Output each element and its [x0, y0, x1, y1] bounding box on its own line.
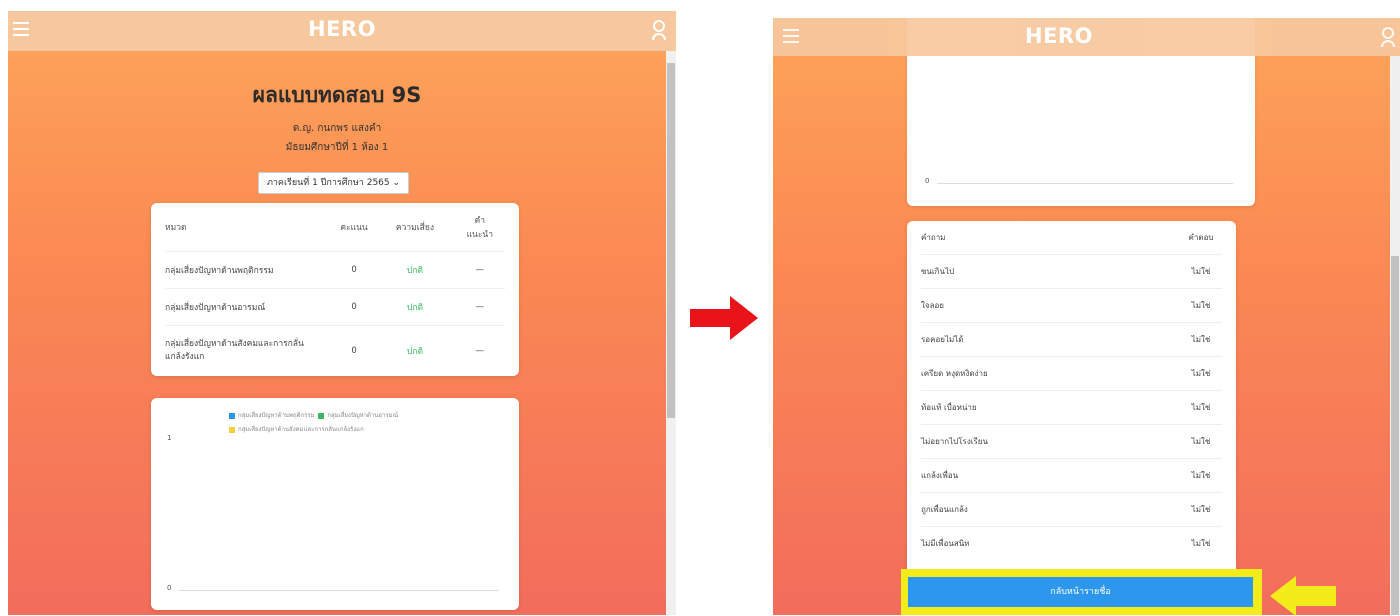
right-arrow-icon — [690, 296, 758, 340]
answer-text: ไม่ใช่ — [1191, 471, 1211, 480]
question-text: ใจลอย — [921, 301, 944, 310]
right-screenshot: 0 HERO คำถาม คำตอบ ซนเกินไป ไม่ใช่ ใจลอย ไม… — [773, 18, 1400, 615]
question-text: ไม่มีเพื่อนสนิท — [921, 539, 970, 548]
header-advice: คำแนะนำ — [454, 203, 505, 252]
score-chart-card: กลุ่มเสี่ยงปัญหาด้านพฤติกรรม กลุ่มเสี่ยง… — [151, 398, 519, 610]
chart-legend: กลุ่มเสี่ยงปัญหาด้านพฤติกรรม กลุ่มเสี่ยง… — [229, 410, 398, 420]
cell-risk: ปกติ — [406, 347, 423, 357]
x-axis-line — [179, 590, 499, 591]
brand-logo: HERO — [1025, 24, 1093, 48]
qa-row: ท้อแท้ เบื่อหน่าย ไม่ใช่ — [921, 391, 1222, 425]
cell-score: 0 — [351, 346, 357, 356]
header-category: หมวด — [165, 223, 187, 233]
student-name: ด.ญ. กนกพร แสงคำ — [292, 123, 382, 134]
question-text: ไม่อยากไปโรงเรียน — [921, 437, 988, 446]
chevron-down-icon: ⌄ — [392, 178, 401, 188]
question-text: แกล้งเพื่อน — [921, 471, 959, 480]
legend-item: กลุ่มเสี่ยงปัญหาด้านพฤติกรรม — [238, 412, 315, 419]
question-text: เครียด หงุดหงิดง่าย — [921, 369, 988, 378]
y-axis-tick: 1 — [167, 434, 172, 442]
table-row: กลุ่มเสี่ยงปัญหาด้านสังคมและการกลั่นแกล้… — [165, 326, 505, 377]
cell-score: 0 — [332, 251, 376, 289]
table-row: กลุ่มเสี่ยงปัญหาด้านพฤติกรรม 0 ปกติ — — [165, 251, 505, 289]
header-question: คำถาม — [921, 233, 946, 242]
left-screenshot: HERO ผลแบบทดสอบ 9S ด.ญ. กนกพร แสงคำ มัธย… — [8, 11, 676, 615]
back-to-list-button[interactable]: กลับหน้ารายชื่อ — [908, 577, 1253, 607]
page-title: ผลแบบทดสอบ 9S — [252, 83, 422, 107]
answer-text: ไม่ใช่ — [1191, 335, 1211, 344]
brand-logo: HERO — [308, 17, 376, 41]
result-table: หมวด คะแนน ความเสี่ยง คำแนะนำ กลุ่มเสี่ย… — [165, 203, 505, 376]
user-profile-icon[interactable] — [1381, 27, 1395, 47]
legend-item: กลุ่มเสี่ยงปัญหาด้านสังคมและการกลั่นแกล้… — [238, 426, 364, 433]
qa-row: ถูกเพื่อนแกล้ง ไม่ใช่ — [921, 493, 1222, 527]
x-axis-line — [937, 183, 1233, 184]
cell-advice: — — [475, 346, 485, 356]
cell-score: 0 — [332, 288, 376, 326]
term-select[interactable]: ภาคเรียนที่ 1 ปีการศึกษา 2565 ⌄ — [258, 172, 409, 194]
table-header-row: หมวด คะแนน ความเสี่ยง คำแนะนำ — [165, 203, 505, 252]
answer-text: ไม่ใช่ — [1191, 539, 1211, 548]
answer-text: ไม่ใช่ — [1191, 301, 1211, 310]
legend-swatch-green — [318, 412, 325, 419]
answer-text: ไม่ใช่ — [1191, 437, 1211, 446]
left-arrow-icon — [1270, 576, 1336, 616]
qa-header-row: คำถาม คำตอบ — [921, 221, 1222, 255]
header-answer: คำตอบ — [1188, 233, 1214, 242]
answer-text: ไม่ใช่ — [1191, 267, 1211, 276]
header-score: คะแนน — [332, 203, 376, 252]
cell-category: กลุ่มเสี่ยงปัญหาด้านพฤติกรรม — [165, 251, 333, 289]
question-text: รอคอยไม่ได้ — [921, 335, 964, 344]
page-scrollbar[interactable] — [666, 51, 676, 615]
cell-risk: ปกติ — [375, 288, 455, 326]
term-select-value: ภาคเรียนที่ 1 ปีการศึกษา 2565 — [266, 178, 390, 188]
answer-text: ไม่ใช่ — [1191, 403, 1211, 412]
legend-swatch-blue — [229, 412, 235, 419]
cell-category: กลุ่มเสี่ยงปัญหาด้านสังคมและการกลั่นแกล้… — [165, 339, 304, 362]
answer-text: ไม่ใช่ — [1191, 505, 1211, 514]
y-axis-tick: 0 — [925, 177, 930, 185]
qa-row: แกล้งเพื่อน ไม่ใช่ — [921, 459, 1222, 493]
qa-row: ไม่มีเพื่อนสนิท ไม่ใช่ — [921, 527, 1222, 560]
header-risk: ความเสี่ยง — [375, 203, 455, 252]
question-answer-card: คำถาม คำตอบ ซนเกินไป ไม่ใช่ ใจลอย ไม่ใช่ รอค… — [907, 221, 1236, 587]
cell-category: กลุ่มเสี่ยงปัญหาด้านอารมณ์ — [165, 288, 333, 326]
question-text: ถูกเพื่อนแกล้ง — [921, 505, 968, 514]
top-bar: HERO — [773, 18, 1400, 56]
qa-row: รอคอยไม่ได้ ไม่ใช่ — [921, 323, 1222, 357]
legend-swatch-yellow — [229, 426, 235, 433]
question-text: ท้อแท้ เบื่อหน่าย — [921, 403, 977, 412]
result-table-card: หมวด คะแนน ความเสี่ยง คำแนะนำ กลุ่มเสี่ย… — [151, 203, 519, 376]
answer-text: ไม่ใช่ — [1191, 369, 1211, 378]
top-bar: HERO — [8, 11, 676, 51]
qa-row: เครียด หงุดหงิดง่าย ไม่ใช่ — [921, 357, 1222, 391]
qa-row: ซนเกินไป ไม่ใช่ — [921, 255, 1222, 289]
student-class: มัธยมศึกษาปีที่ 1 ห้อง 1 — [285, 142, 389, 153]
qa-row: ไม่อยากไปโรงเรียน ไม่ใช่ — [921, 425, 1222, 459]
page-scrollbar[interactable] — [1390, 56, 1400, 615]
y-axis-tick: 0 — [167, 584, 172, 592]
user-profile-icon[interactable] — [652, 20, 666, 40]
scroll-thumb[interactable] — [667, 63, 675, 418]
cell-risk: ปกติ — [375, 251, 455, 289]
chart-legend: กลุ่มเสี่ยงปัญหาด้านสังคมและการกลั่นแกล้… — [229, 424, 364, 434]
cell-advice: — — [454, 288, 505, 326]
scroll-thumb[interactable] — [1391, 256, 1399, 615]
qa-row: ใจลอย ไม่ใช่ — [921, 289, 1222, 323]
table-row: กลุ่มเสี่ยงปัญหาด้านอารมณ์ 0 ปกติ — — [165, 288, 505, 326]
question-text: ซนเกินไป — [921, 267, 955, 276]
cell-advice: — — [454, 251, 505, 289]
legend-item: กลุ่มเสี่ยงปัญหาด้านอารมณ์ — [327, 412, 399, 419]
